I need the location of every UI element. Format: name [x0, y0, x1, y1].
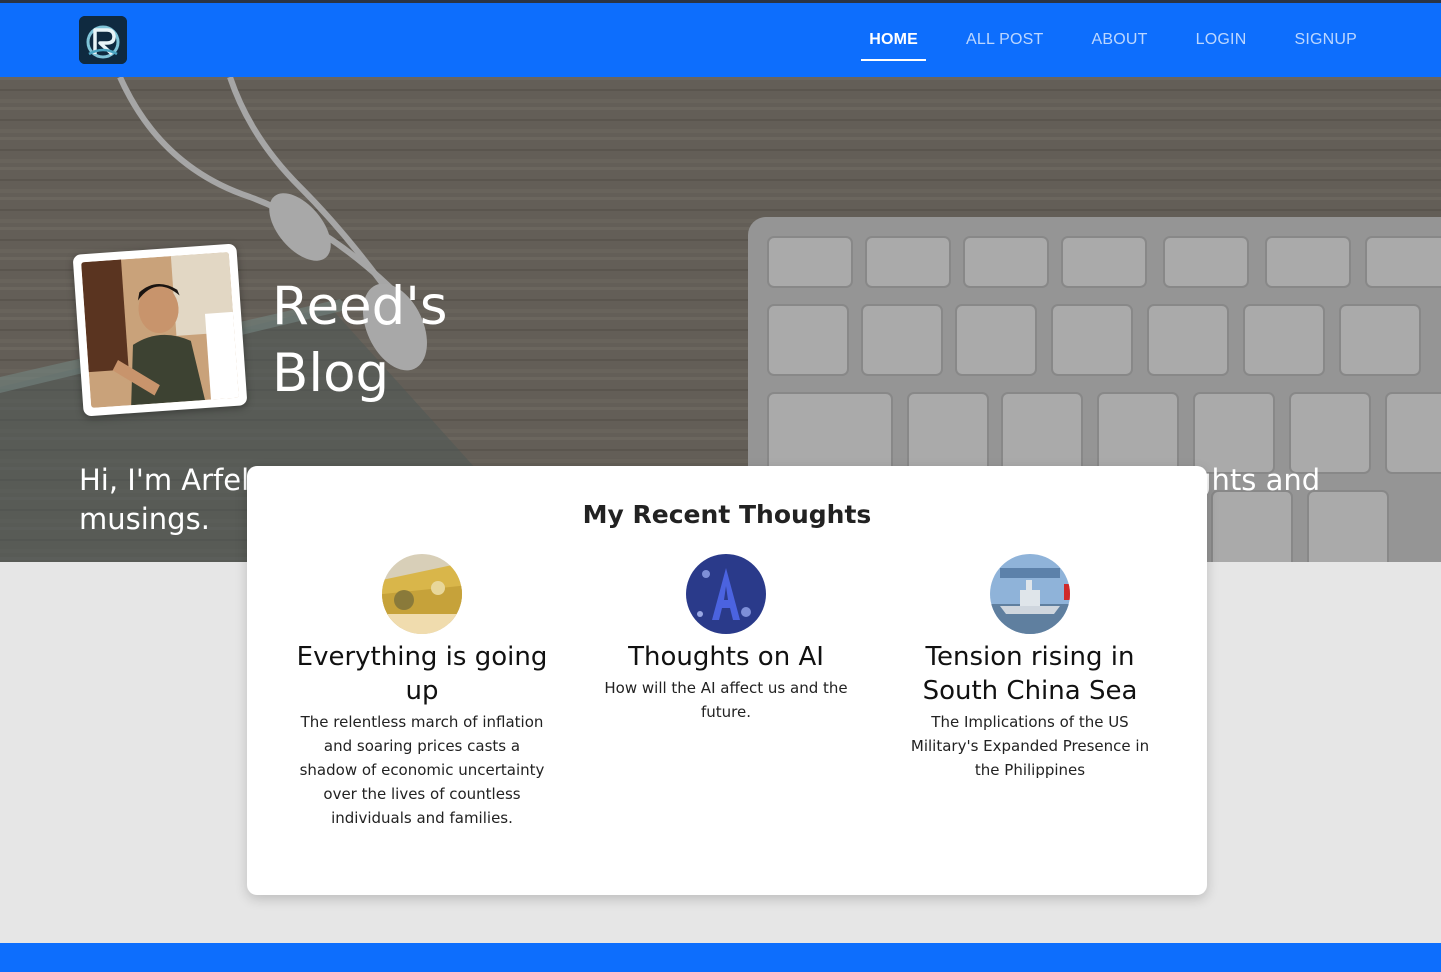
nav-links: HOME ALL POST ABOUT LOGIN SIGNUP	[845, 3, 1381, 77]
post-title[interactable]: Everything is going up	[296, 640, 548, 708]
post-card-ai[interactable]: Thoughts on AI How will the AI affect us…	[600, 554, 852, 724]
nav-link-all-post[interactable]: ALL POST	[942, 3, 1067, 77]
warship-image[interactable]	[990, 554, 1070, 634]
recent-thoughts-heading: My Recent Thoughts	[582, 500, 872, 529]
post-description: How will the AI affect us and the future…	[604, 679, 848, 721]
post-description: The Implications of the US Military's Ex…	[910, 713, 1150, 779]
post-title[interactable]: Tension rising in South China Sea	[904, 640, 1156, 708]
nav-link-login[interactable]: LOGIN	[1172, 3, 1271, 77]
brand-logo-icon[interactable]	[79, 16, 127, 64]
site-title: Reed's Blog	[272, 273, 572, 407]
site-title-line1: Reed's	[272, 276, 448, 337]
post-description: The relentless march of inflation and so…	[299, 713, 545, 827]
author-avatar	[72, 243, 248, 417]
navbar: HOME ALL POST ABOUT LOGIN SIGNUP	[0, 3, 1441, 77]
post-card-south-china-sea[interactable]: Tension rising in South China Sea The Im…	[904, 554, 1156, 782]
money-bills-image[interactable]	[382, 554, 462, 634]
post-title[interactable]: Thoughts on AI	[600, 640, 852, 674]
site-title-line2: Blog	[272, 343, 390, 404]
post-card-inflation[interactable]: Everything is going up The relentless ma…	[296, 554, 548, 830]
nav-link-signup[interactable]: SIGNUP	[1270, 3, 1381, 77]
nav-link-about[interactable]: ABOUT	[1068, 3, 1172, 77]
footer-bar	[0, 943, 1441, 972]
ai-letter-a-image[interactable]	[686, 554, 766, 634]
nav-link-home[interactable]: HOME	[845, 3, 942, 77]
recent-thoughts-card: My Recent Thoughts Everything is going u…	[247, 466, 1207, 895]
